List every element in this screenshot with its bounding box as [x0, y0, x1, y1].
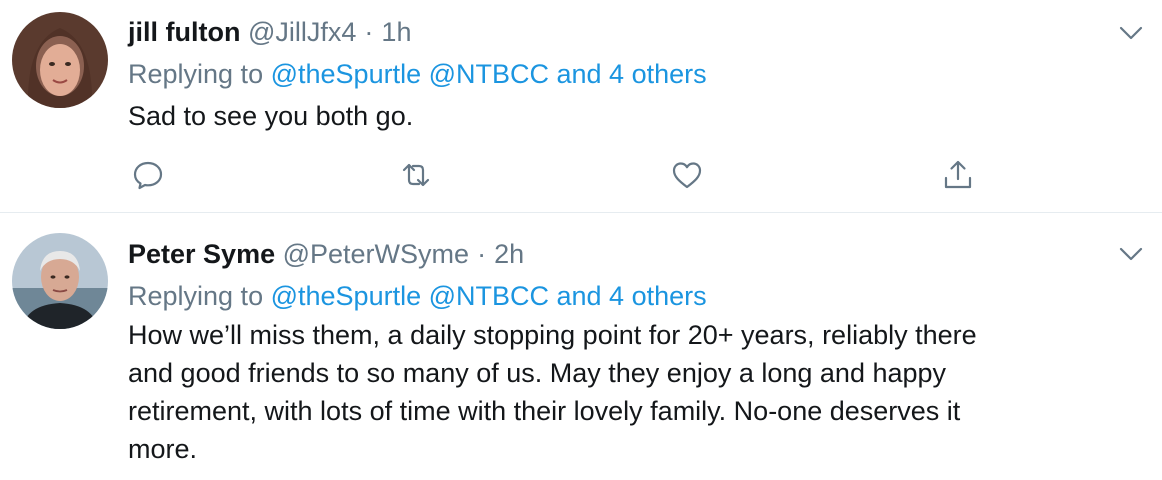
avatar[interactable] — [12, 233, 108, 329]
tweet-text-line: retirement, with lots of time with their… — [128, 396, 961, 426]
replying-to: Replying to @theSpurtle @NTBCC and 4 oth… — [128, 57, 707, 91]
tweet-actions — [128, 155, 988, 195]
reply-mentions-link[interactable]: @theSpurtle @NTBCC and 4 others — [271, 59, 707, 89]
avatar-image — [12, 233, 108, 329]
replying-to: Replying to @theSpurtle @NTBCC and 4 oth… — [128, 279, 707, 313]
tweet-header: Peter Syme @PeterWSyme · 2h — [128, 237, 524, 271]
avatar[interactable] — [12, 12, 108, 108]
user-handle[interactable]: @PeterWSyme — [283, 239, 469, 269]
heart-icon — [672, 162, 702, 189]
replying-to-label: Replying to — [128, 281, 264, 311]
tweet-text: Sad to see you both go. — [128, 101, 414, 131]
replying-to-label: Replying to — [128, 59, 264, 89]
tweet-text-line: and good friends to so many of us. May t… — [128, 358, 947, 388]
tweet[interactable]: Peter Syme @PeterWSyme · 2h Replying to @t… — [0, 213, 1162, 480]
reply-icon — [133, 161, 163, 190]
retweet-icon — [402, 163, 430, 187]
reply-button[interactable] — [128, 155, 168, 195]
share-icon — [944, 160, 972, 189]
tweet-text-line: more. — [128, 434, 198, 464]
user-handle[interactable]: @JillJfx4 — [248, 17, 356, 47]
timestamp[interactable]: 2h — [494, 239, 524, 269]
reply-mentions-link[interactable]: @theSpurtle @NTBCC and 4 others — [271, 281, 707, 311]
share-button[interactable] — [938, 155, 978, 195]
chevron-down-icon[interactable] — [1118, 241, 1144, 267]
separator: · — [364, 17, 374, 47]
separator: · — [477, 239, 487, 269]
tweet-text: How we’ll miss them, a daily stopping po… — [128, 316, 1128, 468]
like-button[interactable] — [667, 155, 707, 195]
retweet-button[interactable] — [396, 155, 436, 195]
chevron-down-icon[interactable] — [1118, 20, 1144, 46]
display-name[interactable]: Peter Syme — [128, 239, 275, 269]
tweet[interactable]: jill fulton @JillJfx4 · 1h Replying to @th… — [0, 0, 1162, 213]
tweet-text-line: How we’ll miss them, a daily stopping po… — [128, 320, 977, 350]
tweet-header: jill fulton @JillJfx4 · 1h — [128, 15, 411, 49]
avatar-image — [12, 12, 108, 108]
timestamp[interactable]: 1h — [381, 17, 411, 47]
display-name[interactable]: jill fulton — [128, 17, 240, 47]
